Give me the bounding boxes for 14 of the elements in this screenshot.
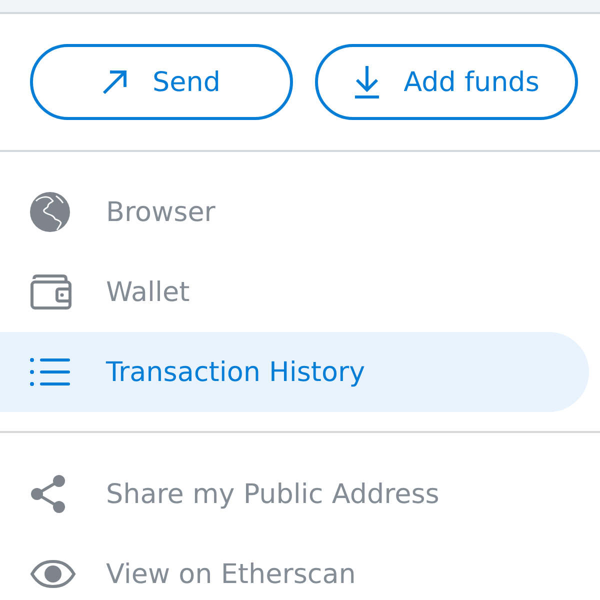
menu-item[interactable]: View on Etherscan (0, 534, 589, 600)
list-icon (30, 358, 70, 386)
menu-item[interactable]: Share my Public Address (0, 454, 589, 534)
menu-item[interactable]: Wallet (0, 252, 589, 332)
add-funds-button[interactable]: Add funds (315, 44, 578, 120)
globe-icon (30, 192, 70, 232)
wallet-icon (30, 274, 72, 310)
share-icon (30, 474, 66, 514)
eye-icon (30, 560, 76, 588)
menu-item[interactable]: Browser (0, 172, 589, 252)
arrow-up-right-icon (102, 69, 128, 95)
download-icon (354, 65, 380, 99)
send-button[interactable]: Send (30, 44, 293, 120)
menu-item[interactable]: Transaction History (0, 332, 589, 412)
